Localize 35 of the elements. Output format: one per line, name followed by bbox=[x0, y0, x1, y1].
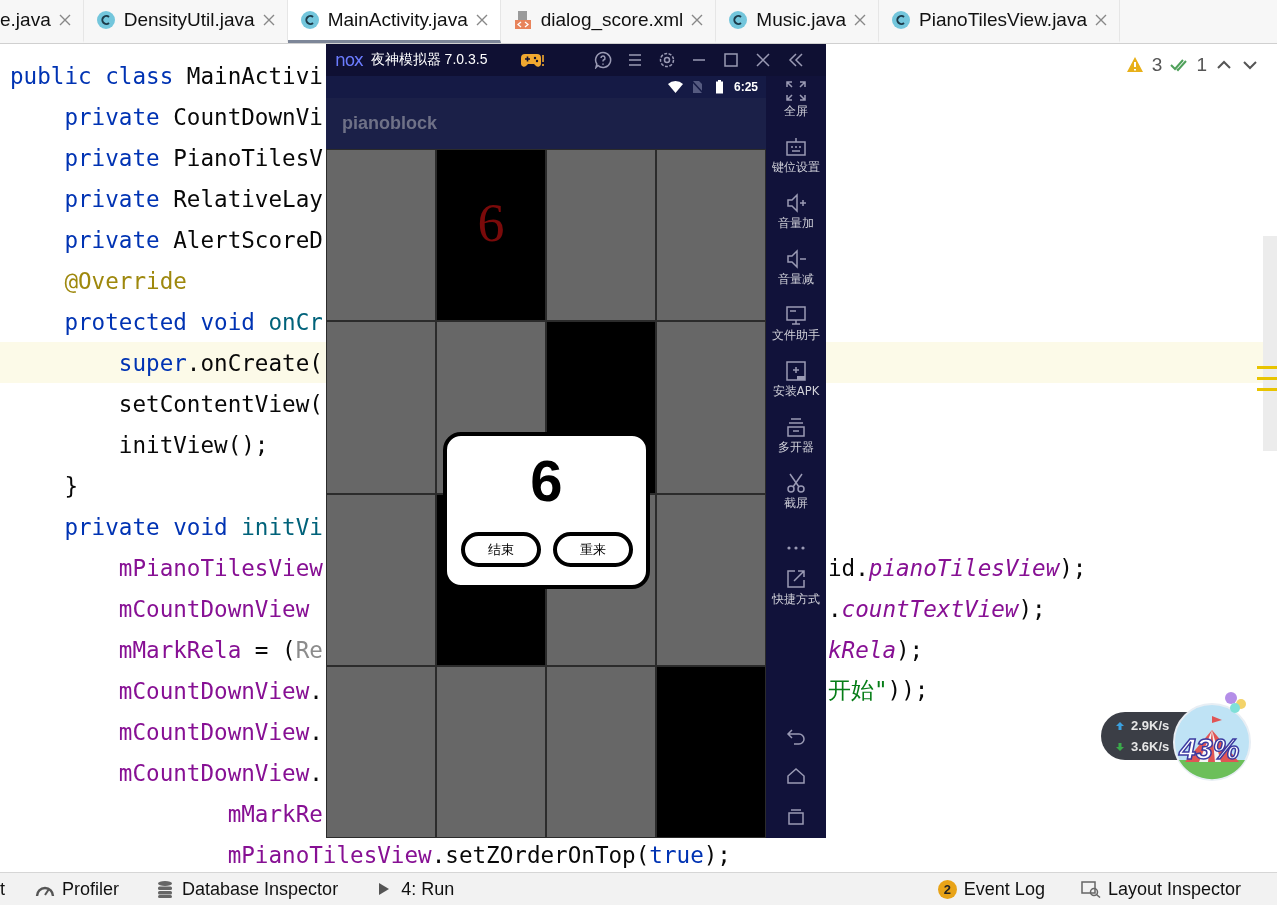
code-line: initView(); bbox=[117, 431, 269, 458]
score-value: 6 bbox=[530, 452, 563, 510]
status-time: 6:25 bbox=[733, 80, 758, 94]
code-line: mMarkRe bbox=[226, 800, 323, 827]
code-line: mPianoTilesView bbox=[117, 554, 323, 581]
code-line: private AlertScoreD bbox=[63, 226, 323, 253]
code-line: public class MainActivi bbox=[9, 62, 323, 89]
code-line: mCountDownView. bbox=[117, 718, 323, 745]
emulator-title: 夜神模拟器 7.0.3.5 bbox=[370, 51, 488, 69]
code-line: .countTextView); bbox=[828, 595, 1046, 622]
notification-count: 2 bbox=[937, 879, 957, 899]
app-title: pianoblock bbox=[326, 98, 766, 149]
code-line: mPianoTilesView.setZOrderOnTop(true); bbox=[226, 841, 731, 868]
code-line: private RelativeLay bbox=[63, 185, 323, 212]
code-line: mCountDownView. bbox=[117, 677, 323, 704]
code-line: mCountDownView. bbox=[117, 759, 323, 786]
upload-speed: 2.9K/s bbox=[1131, 718, 1170, 733]
code-line: private PianoTilesV bbox=[63, 144, 323, 171]
code-line: 开始")); bbox=[828, 676, 929, 705]
code-line: } bbox=[63, 472, 78, 499]
download-speed: 3.6K/s bbox=[1131, 739, 1170, 754]
code-line: super.onCreate( bbox=[117, 349, 323, 376]
code-line: mCountDownView bbox=[117, 595, 310, 622]
code-line: kRela); bbox=[828, 636, 924, 663]
code-line: private void initVi bbox=[63, 513, 323, 540]
weak-warning-count: 1 bbox=[1196, 54, 1207, 76]
emulator-logo: nox bbox=[335, 50, 363, 70]
code-line: @Override bbox=[63, 267, 187, 294]
code-line: protected void onCr bbox=[63, 308, 323, 335]
code-line: setContentView( bbox=[117, 390, 323, 417]
warning-count: 3 bbox=[1151, 54, 1163, 76]
code-line: id.pianoTilesView); bbox=[828, 554, 1087, 581]
code-line: private CountDownVi bbox=[63, 103, 323, 130]
code-line: mMarkRela = (Re bbox=[117, 636, 323, 663]
countdown-number: 6 bbox=[477, 192, 505, 254]
